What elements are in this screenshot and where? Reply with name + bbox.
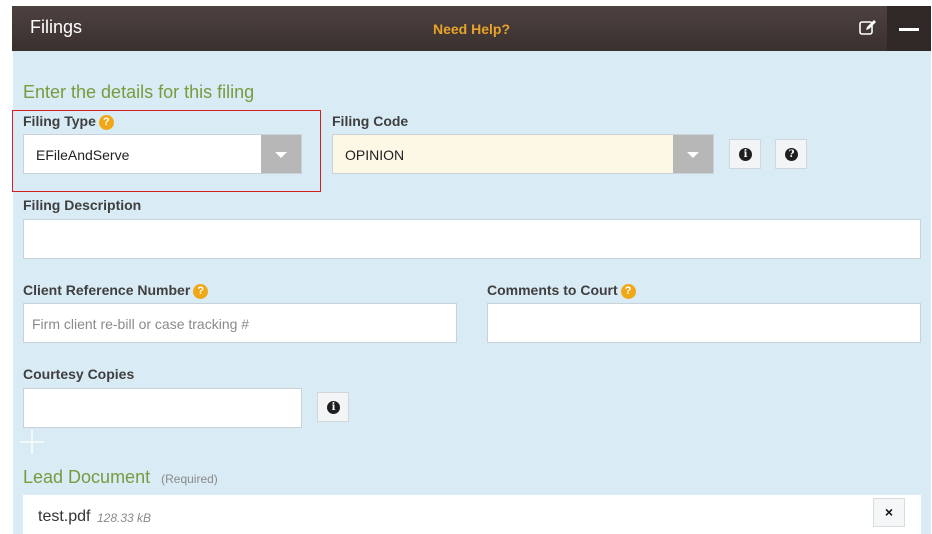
filing-description-label: Filing Description [23,197,142,213]
lead-document-title: Lead Document (Required) [23,467,218,487]
chevron-down-icon[interactable] [261,135,301,173]
filing-type-value: EFileAndServe [36,147,130,163]
client-reference-input[interactable]: Firm client re-bill or case tracking # [23,303,457,343]
add-icon[interactable] [20,430,44,454]
filings-header: Filings Need Help? [12,6,931,51]
filing-type-label: Filing Type? [23,113,114,130]
client-reference-label: Client Reference Number? [23,282,209,299]
chevron-down-icon[interactable] [673,135,713,173]
courtesy-copies-label: Courtesy Copies [23,366,135,382]
help-icon[interactable]: ? [620,284,636,299]
help-icon[interactable]: ? [193,284,209,299]
edit-icon[interactable] [858,18,878,38]
required-note: (Required) [161,472,218,486]
filing-type-select[interactable]: EFileAndServe [23,134,302,174]
help-icon[interactable]: ? [98,115,114,130]
section-title: Enter the details for this filing [23,82,255,102]
courtesy-copies-input[interactable] [23,388,302,428]
minimize-icon [899,28,919,31]
courtesy-copies-info-button[interactable]: i [317,392,349,422]
comments-to-court-input[interactable] [487,303,921,343]
filing-code-help-button[interactable]: ? [775,139,807,169]
file-name: test.pdf [38,508,91,525]
info-icon: i [327,401,340,414]
need-help-link[interactable]: Need Help? [433,21,510,37]
panel-title: Filings [30,17,83,37]
filing-code-value: OPINION [345,147,405,163]
info-icon: i [739,148,752,161]
question-icon: ? [785,148,798,161]
filing-code-label: Filing Code [332,113,409,129]
filing-code-info-button[interactable]: i [729,139,761,169]
comments-to-court-label: Comments to Court? [487,282,636,299]
lead-document-row: test.pdf 128.33 kB × [23,495,921,534]
minimize-button[interactable] [887,6,931,51]
filing-description-input[interactable] [23,219,921,259]
filing-code-select[interactable]: OPINION [332,134,714,174]
client-reference-placeholder: Firm client re-bill or case tracking # [32,316,250,332]
close-icon: × [884,504,894,520]
file-size: 128.33 kB [97,511,152,525]
remove-file-button[interactable]: × [873,498,905,527]
